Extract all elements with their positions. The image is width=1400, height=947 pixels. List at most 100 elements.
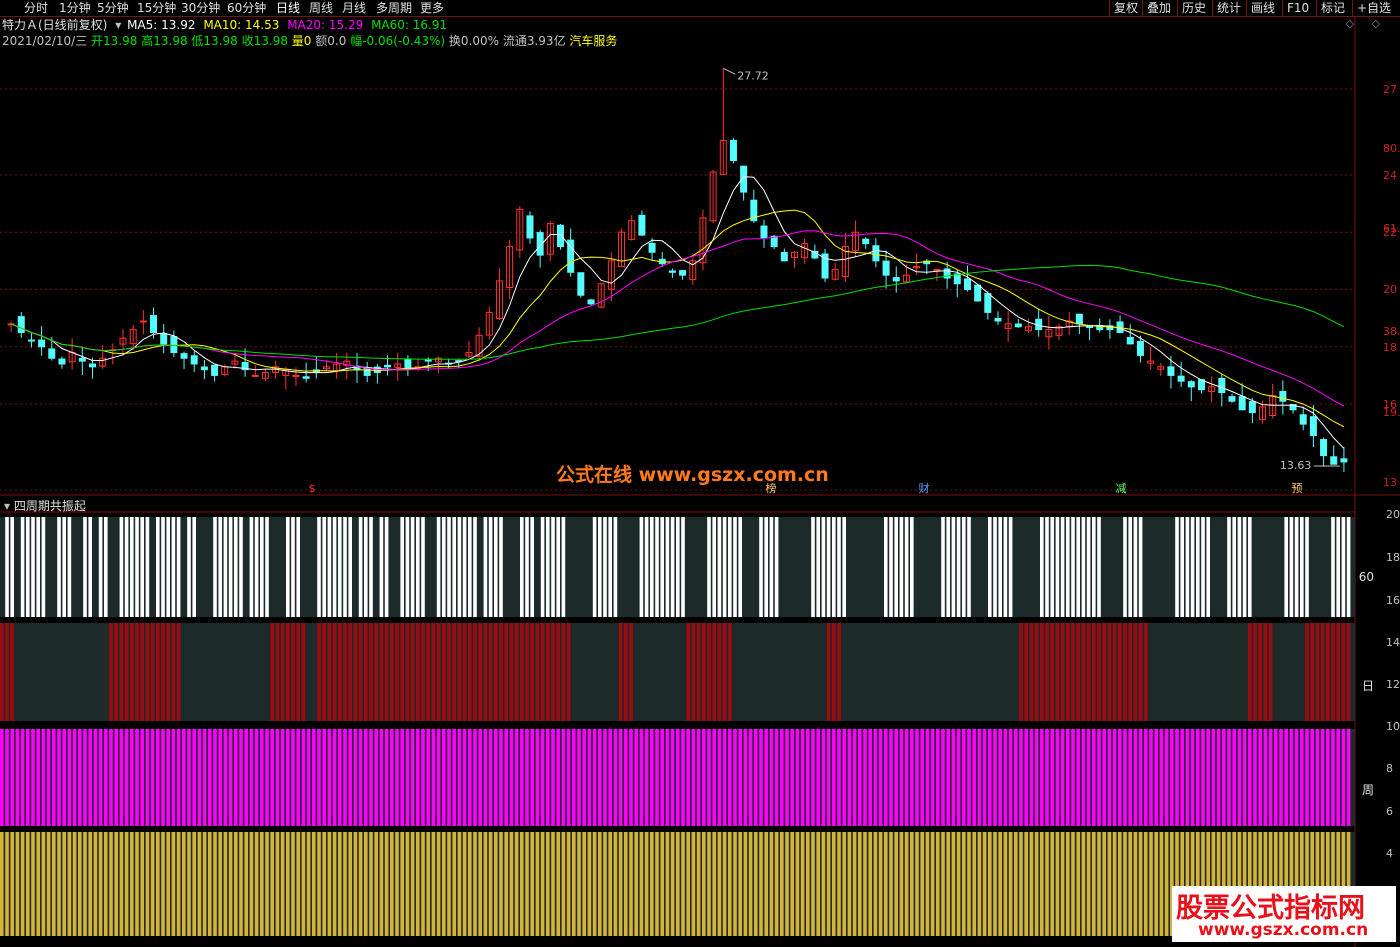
bars-60min-bar	[1300, 517, 1304, 617]
bars-weekly-bar	[192, 729, 196, 826]
bars-weekly-bar	[130, 729, 134, 826]
bars-daily-bar	[1320, 623, 1325, 721]
candle-body	[58, 358, 66, 365]
bars-weekly-bar	[1045, 729, 1049, 826]
bars-weekly-bar	[202, 729, 207, 826]
bars-60min-bar	[140, 517, 144, 617]
bars-weekly-bar	[228, 729, 233, 826]
bars-weekly-bar	[707, 729, 711, 826]
bars-weekly-bar	[520, 729, 524, 826]
bars-monthly-bar	[1050, 832, 1054, 936]
bars-60min-bar	[41, 517, 46, 617]
bars-monthly-bar	[1128, 832, 1132, 936]
bars-60min-bar	[774, 517, 779, 617]
bars-weekly-bar	[1112, 729, 1117, 826]
price-tick-0: 27	[1383, 82, 1397, 96]
bars-weekly-bar	[379, 729, 384, 826]
bars-60min-bar	[1305, 517, 1309, 617]
bars-60min-bar	[962, 517, 966, 617]
bars-daily-bar	[171, 623, 176, 721]
bars-monthly-bar	[83, 832, 87, 936]
bars-weekly-bar	[1164, 729, 1169, 826]
bars-weekly-bar	[889, 729, 893, 826]
bars-weekly-bar	[218, 729, 222, 826]
bars-weekly-bar	[478, 729, 482, 826]
bars-daily-bar	[343, 623, 347, 721]
bars-weekly-bar	[124, 729, 129, 826]
bars-60min-bar	[1133, 517, 1138, 617]
bars-weekly-bar	[1279, 729, 1283, 826]
bars-60min-bar	[135, 517, 139, 617]
bars-daily-bar	[717, 623, 722, 721]
bars-weekly-bar	[1341, 729, 1346, 826]
bars-monthly-bar	[743, 832, 748, 936]
bars-weekly-bar	[208, 729, 212, 826]
sub-tick-4: 12	[1386, 678, 1400, 691]
bars-monthly-bar	[457, 832, 462, 936]
bars-60min-bar	[483, 517, 488, 617]
bars-60min-bar	[951, 517, 956, 617]
bars-daily-bar	[124, 623, 129, 721]
bars-daily-bar	[546, 623, 550, 721]
bars-weekly-bar	[1274, 729, 1278, 826]
event-marker-0: $	[309, 482, 316, 495]
sub-tick-7: 6	[1386, 805, 1393, 818]
bars-60min-bar	[62, 517, 66, 617]
bars-60min-bar	[98, 517, 103, 617]
bars-daily-bar	[551, 623, 555, 721]
bars-weekly-bar	[1123, 729, 1127, 826]
bars-daily-bar	[1144, 623, 1148, 721]
bars-weekly-bar	[790, 729, 794, 826]
bars-daily-bar	[494, 623, 498, 721]
sub-panel-collapse-icon[interactable]: ▾	[4, 499, 10, 513]
bars-monthly-bar	[10, 832, 14, 936]
candle-body	[292, 374, 300, 377]
bars-monthly-bar	[1159, 832, 1164, 936]
bars-60min-bar	[369, 517, 373, 617]
bars-weekly-bar	[104, 729, 108, 826]
bars-60min-bar	[130, 517, 134, 617]
bars-daily-bar	[707, 623, 711, 721]
bars-monthly-bar	[951, 832, 956, 936]
bars-monthly-bar	[1076, 832, 1080, 936]
bars-weekly-bar	[426, 729, 430, 826]
bars-monthly-bar	[514, 832, 519, 936]
bars-weekly-bar	[769, 729, 774, 826]
bars-60min-bar	[904, 517, 909, 617]
bars-daily-bar	[358, 623, 363, 721]
bars-daily-bar	[618, 623, 623, 721]
bars-daily-bar	[405, 623, 410, 721]
bars-monthly-bar	[52, 832, 56, 936]
bars-weekly-bar	[15, 729, 20, 826]
bars-monthly-bar	[858, 832, 862, 936]
bars-weekly-bar	[899, 729, 904, 826]
bars-60min-bar	[1346, 517, 1351, 617]
bars-monthly-bar	[202, 832, 207, 936]
bars-weekly-bar	[598, 729, 602, 826]
bars-monthly-bar	[546, 832, 550, 936]
bars-60min-bar	[608, 517, 612, 617]
bars-60min-bar	[1289, 517, 1294, 617]
bars-weekly-bar	[452, 729, 456, 826]
bars-monthly-bar	[46, 832, 51, 936]
bars-monthly-bar	[847, 832, 852, 936]
bars-monthly-bar	[650, 832, 654, 936]
bars-weekly-bar	[1201, 729, 1205, 826]
bars-monthly-bar	[36, 832, 40, 936]
bars-monthly-bar	[369, 832, 373, 936]
bars-monthly-bar	[525, 832, 529, 936]
price-tick-1: 24	[1383, 168, 1397, 182]
bars-60min-bar	[650, 517, 654, 617]
bars-daily-bar	[1133, 623, 1138, 721]
bars-weekly-bar	[67, 729, 72, 826]
bars-monthly-bar	[1060, 832, 1065, 936]
bars-60min-bar	[1294, 517, 1299, 617]
bars-weekly-bar	[78, 729, 82, 826]
bars-weekly-bar	[260, 729, 264, 826]
bars-60min-bar	[1055, 517, 1060, 617]
candle-body	[933, 268, 941, 271]
bars-daily-bar	[691, 623, 696, 721]
bars-60min-bar	[1050, 517, 1054, 617]
bars-weekly-bar	[780, 729, 784, 826]
bars-daily-bar	[1102, 623, 1106, 721]
